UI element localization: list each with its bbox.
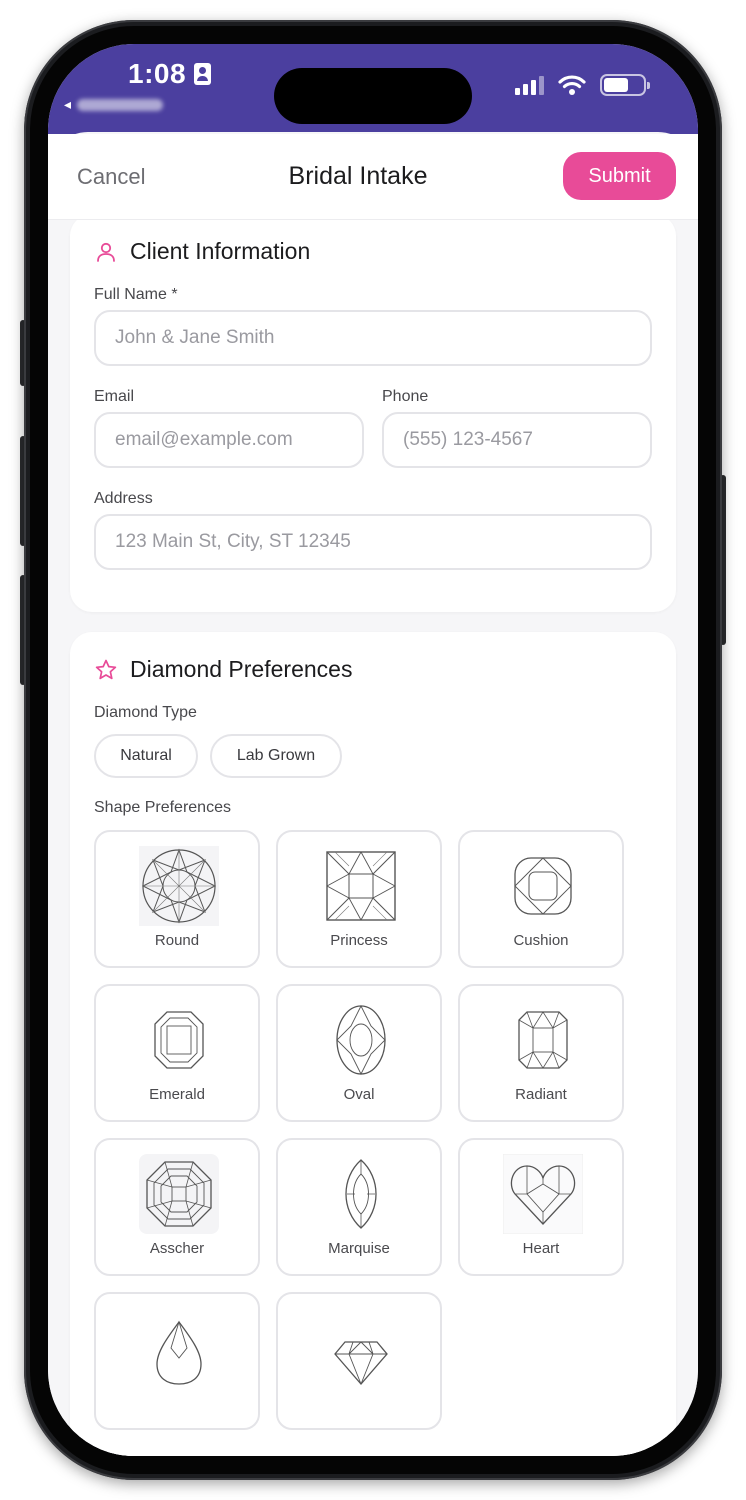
client-information-title: Client Information <box>130 238 311 264</box>
wifi-icon <box>558 75 586 95</box>
address-label: Address <box>94 490 153 507</box>
shape-cushion[interactable]: Cushion <box>458 830 624 968</box>
shape-pear[interactable] <box>94 1292 260 1430</box>
email-placeholder: email@example.com <box>115 429 293 450</box>
shape-round[interactable]: Round <box>94 830 260 968</box>
round-diamond-icon <box>139 846 219 926</box>
diamond-gem-icon <box>334 1341 388 1385</box>
shape-label: Radiant <box>515 1086 567 1103</box>
phone-input[interactable]: (555) 123-4567 <box>382 412 652 468</box>
radiant-diamond-icon <box>518 1011 568 1069</box>
submit-button[interactable]: Submit <box>563 152 676 200</box>
shape-label: Oval <box>343 1086 375 1103</box>
emerald-diamond-icon <box>154 1011 204 1069</box>
full-name-label: Full Name * <box>94 286 178 303</box>
shape-oval[interactable]: Oval <box>276 984 442 1122</box>
diamond-type-natural[interactable]: Natural <box>94 734 198 778</box>
form-scroll-area[interactable]: Client Information Full Name * John & Ja… <box>48 220 698 1456</box>
phone-placeholder: (555) 123-4567 <box>403 429 533 450</box>
shape-old-cut[interactable] <box>276 1292 442 1430</box>
shape-label: Heart <box>522 1240 560 1257</box>
oval-diamond-icon <box>336 1004 386 1076</box>
phone-label: Phone <box>382 388 429 405</box>
navigation-bar: Cancel Bridal Intake Submit <box>48 134 698 220</box>
client-information-card: Client Information Full Name * John & Ja… <box>70 220 676 612</box>
back-app-name <box>77 98 164 111</box>
shape-label: Princess <box>330 932 388 949</box>
email-input[interactable]: email@example.com <box>94 412 364 468</box>
diamond-type-lab-grown[interactable]: Lab Grown <box>210 734 342 778</box>
shape-label: Emerald <box>149 1086 205 1103</box>
time-label: 1:08 <box>128 58 187 89</box>
shape-preferences-label: Shape Preferences <box>94 799 231 816</box>
cellular-signal-icon <box>515 75 544 95</box>
person-icon <box>97 242 115 262</box>
diamond-type-label: Diamond Type <box>94 704 197 721</box>
battery-level <box>604 78 628 92</box>
full-name-input[interactable]: John & Jane Smith <box>94 310 652 366</box>
star-icon <box>95 659 117 679</box>
cushion-diamond-icon <box>514 857 572 915</box>
back-arrow-icon: ◂ <box>64 96 72 112</box>
contact-card-icon <box>194 63 212 85</box>
asscher-diamond-icon <box>139 1154 219 1234</box>
shape-label: Round <box>154 932 200 949</box>
screen: 1:08 ◂ Cancel Bridal Intake Submit Clien… <box>48 44 698 1456</box>
shape-marquise[interactable]: Marquise <box>276 1138 442 1276</box>
battery-icon <box>600 74 650 96</box>
back-to-app-link[interactable]: ◂ <box>64 96 164 113</box>
email-label: Email <box>94 388 135 405</box>
chip-label: Natural <box>120 747 172 764</box>
heart-diamond-icon <box>503 1154 583 1234</box>
full-name-placeholder: John & Jane Smith <box>115 327 275 348</box>
shape-label: Marquise <box>328 1240 390 1257</box>
shape-heart[interactable]: Heart <box>458 1138 624 1276</box>
diamond-preferences-card: Diamond Preferences Diamond Type Natural… <box>70 632 676 1456</box>
address-placeholder: 123 Main St, City, ST 12345 <box>115 531 351 552</box>
shape-princess[interactable]: Princess <box>276 830 442 968</box>
shape-emerald[interactable]: Emerald <box>94 984 260 1122</box>
client-information-header: Client Information <box>94 238 310 265</box>
status-time: 1:08 <box>128 58 212 90</box>
dynamic-island <box>274 68 472 124</box>
diamond-preferences-title: Diamond Preferences <box>130 656 353 682</box>
address-input[interactable]: 123 Main St, City, ST 12345 <box>94 514 652 570</box>
chip-label: Lab Grown <box>236 747 316 764</box>
princess-diamond-icon <box>326 851 396 921</box>
shape-radiant[interactable]: Radiant <box>458 984 624 1122</box>
pear-diamond-icon <box>156 1320 202 1385</box>
shape-asscher[interactable]: Asscher <box>94 1138 260 1276</box>
shape-label: Cushion <box>513 932 569 949</box>
marquise-diamond-icon <box>345 1159 377 1229</box>
status-indicators <box>515 74 650 96</box>
diamond-preferences-header: Diamond Preferences <box>94 656 352 683</box>
shape-label: Asscher <box>149 1240 205 1257</box>
